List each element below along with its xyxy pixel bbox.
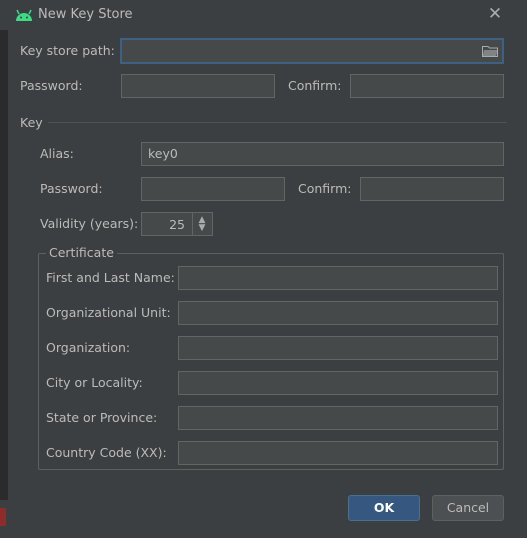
state-input[interactable]: [178, 406, 498, 430]
keystore-password-input[interactable]: [121, 74, 275, 98]
key-password-label: Password:: [40, 181, 103, 196]
key-confirm-label: Confirm:: [298, 181, 352, 196]
key-confirm-input[interactable]: [360, 177, 504, 201]
ok-button[interactable]: OK: [348, 495, 420, 521]
city-input[interactable]: [178, 371, 498, 395]
country-code-label: Country Code (XX):: [46, 445, 167, 460]
keystore-password-label: Password:: [20, 78, 83, 93]
cancel-button[interactable]: Cancel: [432, 495, 504, 521]
key-password-input[interactable]: [141, 177, 285, 201]
android-icon: [15, 8, 33, 22]
org-unit-input[interactable]: [178, 301, 498, 325]
spinner-down-icon[interactable]: ▼: [197, 224, 207, 233]
validity-label: Validity (years):: [40, 216, 139, 231]
window-title: New Key Store: [38, 7, 133, 22]
first-last-name-label: First and Last Name:: [46, 270, 175, 285]
folder-icon[interactable]: [482, 45, 498, 57]
first-last-name-input[interactable]: [178, 266, 498, 290]
validity-spinner[interactable]: 25 ▲ ▼: [141, 212, 213, 236]
validity-value: 25: [169, 217, 185, 232]
background-window-edge: [0, 30, 8, 500]
city-label: City or Locality:: [46, 375, 143, 390]
org-unit-label: Organizational Unit:: [46, 305, 171, 320]
key-section-separator: [48, 122, 507, 123]
keystore-confirm-input[interactable]: [350, 74, 504, 98]
key-store-path-input[interactable]: [120, 38, 504, 64]
country-code-input[interactable]: [178, 441, 498, 465]
key-store-path-label: Key store path:: [20, 43, 115, 58]
organization-input[interactable]: [178, 336, 498, 360]
background-window-marker: [0, 508, 6, 526]
key-section-label: Key: [20, 115, 43, 130]
state-label: State or Province:: [46, 410, 158, 425]
organization-label: Organization:: [46, 340, 131, 355]
key-store-path-label-text: Key store path:: [20, 43, 115, 58]
alias-value: key0: [148, 146, 178, 161]
spinner-divider: [192, 213, 193, 235]
close-icon[interactable]: ✕: [486, 5, 504, 23]
certificate-group-label: Certificate: [46, 245, 117, 260]
alias-label: Alias:: [40, 146, 74, 161]
keystore-confirm-label: Confirm:: [288, 78, 342, 93]
alias-input[interactable]: key0: [141, 142, 504, 166]
